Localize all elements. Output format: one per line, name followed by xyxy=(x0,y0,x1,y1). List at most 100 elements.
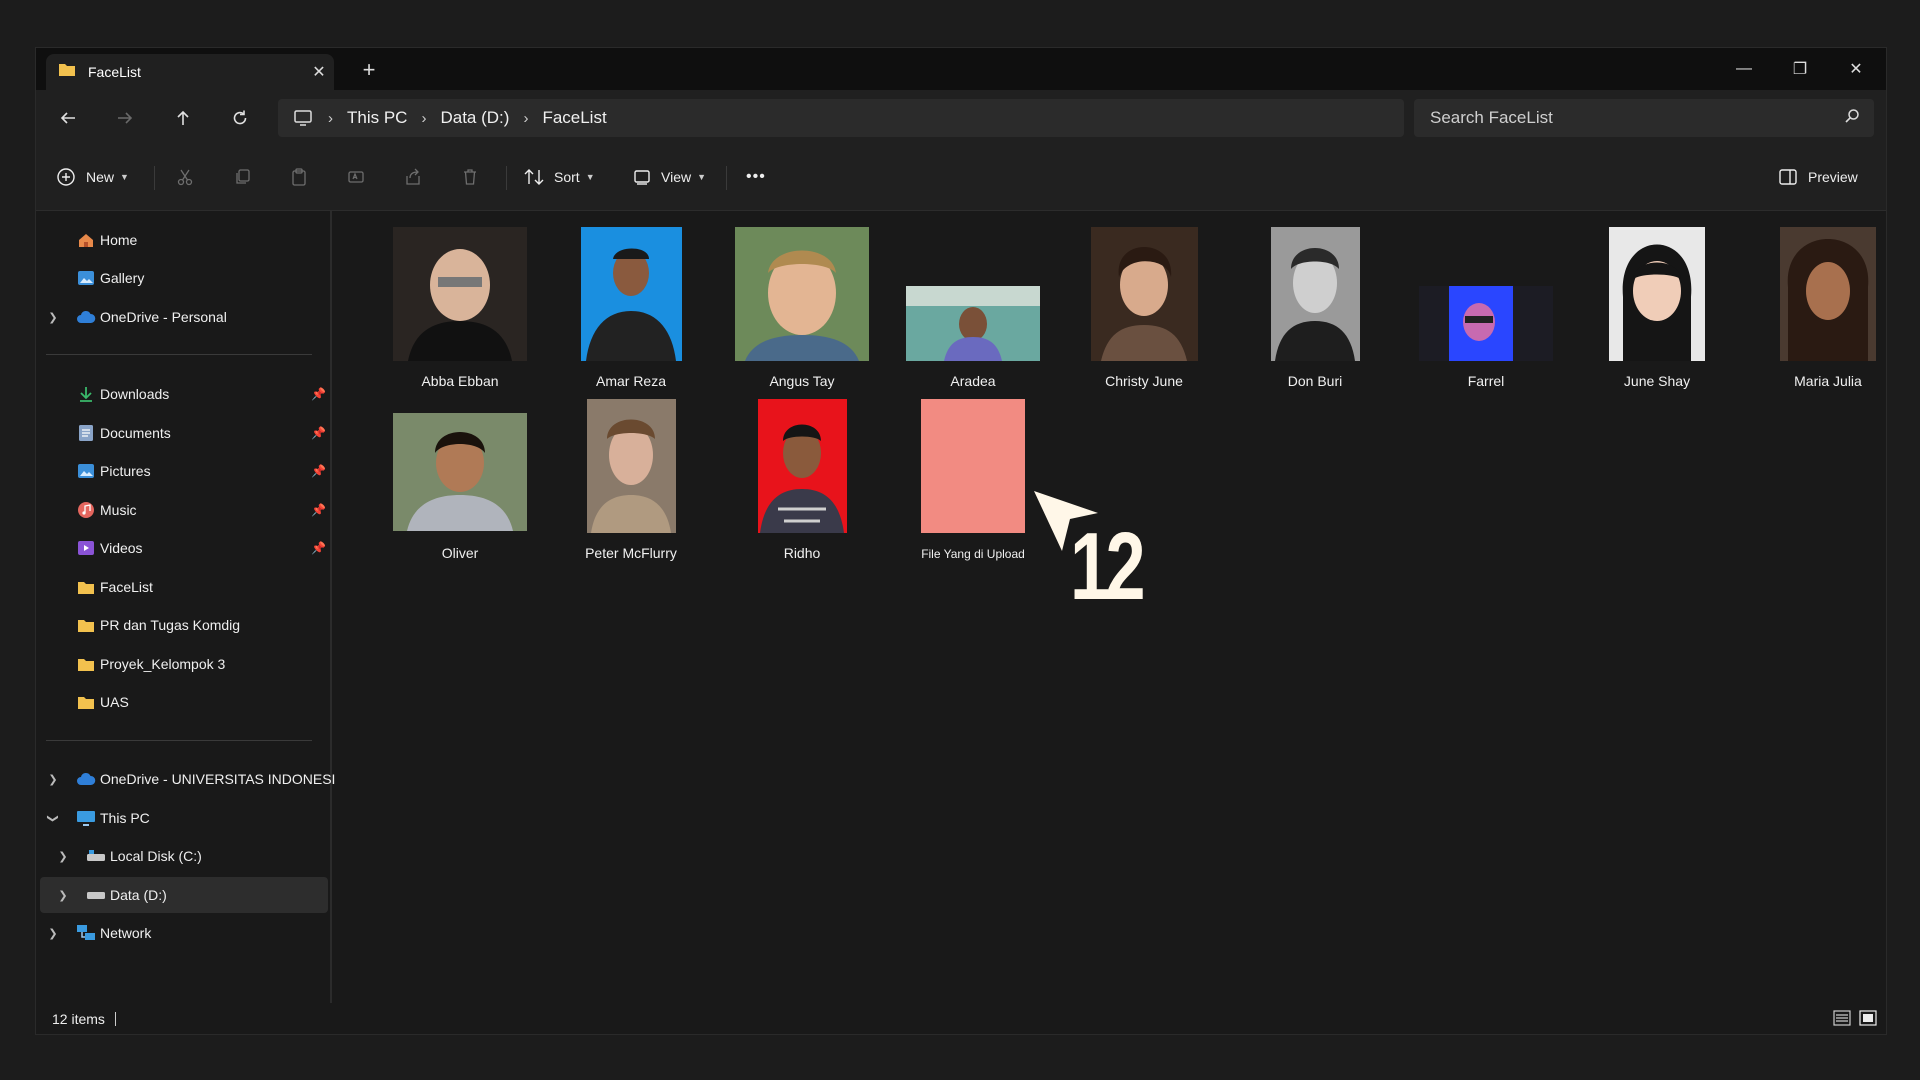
computer-icon xyxy=(76,808,96,828)
photo-thumbnail xyxy=(1069,227,1219,361)
file-item[interactable]: Peter McFlurry xyxy=(556,399,706,561)
breadcrumb-facelist[interactable]: FaceList xyxy=(542,108,606,128)
preview-button[interactable]: Preview xyxy=(1778,160,1858,194)
file-item[interactable]: Abba Ebban xyxy=(385,227,535,389)
chevron-right-icon[interactable]: ❯ xyxy=(46,927,60,940)
chevron-down-icon: ▼ xyxy=(120,172,129,182)
file-item[interactable]: Oliver xyxy=(385,399,535,561)
sidebar-item-this-pc[interactable]: ❯ This PC xyxy=(36,800,328,836)
pin-icon[interactable]: 📌 xyxy=(311,426,326,440)
sidebar-item-music[interactable]: Music 📌 xyxy=(36,492,328,528)
cloud-icon xyxy=(76,307,96,327)
pin-icon[interactable]: 📌 xyxy=(311,464,326,478)
chevron-down-icon: ▼ xyxy=(697,172,707,182)
refresh-button[interactable] xyxy=(223,101,257,135)
chevron-right-icon[interactable]: ❯ xyxy=(56,889,70,902)
file-name: Ridho xyxy=(783,545,821,561)
sidebar-item-onedrive-ui[interactable]: ❯ OneDrive - UNIVERSITAS INDONESI xyxy=(36,761,335,797)
view-button[interactable]: View ▼ xyxy=(633,160,706,194)
sidebar-item-facelist[interactable]: FaceList xyxy=(36,569,328,605)
chevron-right-icon: › xyxy=(523,109,529,127)
sidebar-item-downloads[interactable]: Downloads 📌 xyxy=(36,376,328,412)
video-icon xyxy=(76,538,96,558)
sidebar-item-network[interactable]: ❯ Network xyxy=(36,915,328,951)
photo-thumbnail xyxy=(1240,227,1390,361)
tab-facelist[interactable]: FaceList ✕ xyxy=(46,54,334,90)
chevron-right-icon[interactable]: ❯ xyxy=(46,773,60,786)
file-name: Don Buri xyxy=(1287,373,1343,389)
file-item[interactable]: Farrel xyxy=(1411,227,1561,389)
sidebar-item-documents[interactable]: Documents 📌 xyxy=(36,415,328,451)
sort-button[interactable]: Sort ▼ xyxy=(524,160,595,194)
tab-title: FaceList xyxy=(88,64,141,80)
paste-button[interactable] xyxy=(282,160,316,194)
file-item[interactable]: Don Buri xyxy=(1240,227,1390,389)
photo-thumbnail xyxy=(385,413,535,531)
more-options-button[interactable]: ••• xyxy=(746,160,766,194)
up-button[interactable] xyxy=(166,101,200,135)
photo-thumbnail xyxy=(556,399,706,533)
view-icon xyxy=(634,170,650,185)
item-count: 12 items xyxy=(52,1010,105,1027)
sidebar-label: Documents xyxy=(100,425,171,441)
sidebar-label: OneDrive - Personal xyxy=(100,309,227,325)
delete-button[interactable] xyxy=(453,160,487,194)
sidebar-item-onedrive-personal[interactable]: ❯ OneDrive - Personal xyxy=(36,299,328,335)
file-item[interactable]: Christy June xyxy=(1069,227,1219,389)
preview-pane-icon xyxy=(1779,169,1797,185)
minimize-button[interactable]: — xyxy=(1716,48,1772,90)
file-item[interactable]: Maria Julia xyxy=(1753,227,1903,389)
share-button[interactable] xyxy=(396,160,430,194)
sidebar-item-uas[interactable]: UAS xyxy=(36,684,328,720)
forward-button[interactable] xyxy=(108,101,142,135)
copy-button[interactable] xyxy=(225,160,259,194)
tiles-view-icon[interactable] xyxy=(1859,1010,1877,1031)
photo-thumbnail xyxy=(1582,227,1732,361)
new-button[interactable]: New ▼ xyxy=(56,160,129,194)
scissors-icon xyxy=(177,169,193,186)
chevron-down-icon[interactable]: ❯ xyxy=(47,811,60,825)
file-item[interactable]: Aradea xyxy=(898,227,1048,389)
sidebar-item-local-disk-c[interactable]: ❯ Local Disk (C:) xyxy=(36,838,328,874)
search-input[interactable]: Search FaceList xyxy=(1414,99,1874,137)
sidebar-item-home[interactable]: Home xyxy=(36,222,328,258)
file-item[interactable]: Ridho xyxy=(727,399,877,561)
file-item[interactable]: File Yang di Upload xyxy=(898,399,1048,561)
pictures-icon xyxy=(76,461,96,481)
arrow-left-icon xyxy=(60,112,75,124)
sidebar-item-videos[interactable]: Videos 📌 xyxy=(36,530,328,566)
photo-thumbnail xyxy=(727,399,877,533)
close-tab-icon[interactable]: ✕ xyxy=(304,62,334,82)
breadcrumb-data-d[interactable]: Data (D:) xyxy=(440,108,509,128)
address-row: › This PC › Data (D:) › FaceList Search … xyxy=(36,90,1886,146)
cut-button[interactable] xyxy=(168,160,202,194)
view-label: View xyxy=(661,169,692,185)
close-window-button[interactable]: ✕ xyxy=(1828,48,1884,90)
folder-icon xyxy=(76,654,96,674)
pin-icon[interactable]: 📌 xyxy=(311,387,326,401)
chevron-right-icon[interactable]: ❯ xyxy=(56,850,70,863)
file-item[interactable]: Amar Reza xyxy=(556,227,706,389)
sidebar-label: Music xyxy=(100,502,137,518)
back-button[interactable] xyxy=(51,101,85,135)
details-view-icon[interactable] xyxy=(1833,1010,1851,1031)
pin-icon[interactable]: 📌 xyxy=(311,541,326,555)
breadcrumb-this-pc[interactable]: This PC xyxy=(347,108,407,128)
sidebar-item-gallery[interactable]: Gallery xyxy=(36,260,328,296)
file-item[interactable]: June Shay xyxy=(1582,227,1732,389)
sidebar-item-proyek[interactable]: Proyek_Kelompok 3 xyxy=(36,646,328,682)
address-bar[interactable]: › This PC › Data (D:) › FaceList xyxy=(278,99,1404,137)
file-item[interactable]: Angus Tay xyxy=(727,227,877,389)
sidebar-item-data-d[interactable]: ❯ Data (D:) xyxy=(40,877,328,913)
maximize-button[interactable]: ❐ xyxy=(1772,48,1828,90)
rename-button[interactable] xyxy=(339,160,373,194)
rename-icon xyxy=(348,171,364,183)
sidebar-item-pr-tugas[interactable]: PR dan Tugas Komdig xyxy=(36,607,328,643)
network-icon xyxy=(76,923,96,943)
divider xyxy=(46,740,312,741)
sidebar-item-pictures[interactable]: Pictures 📌 xyxy=(36,453,328,489)
sidebar-label: Data (D:) xyxy=(110,887,167,903)
pin-icon[interactable]: 📌 xyxy=(311,503,326,517)
new-tab-button[interactable]: + xyxy=(354,55,384,85)
chevron-right-icon[interactable]: ❯ xyxy=(46,311,60,324)
